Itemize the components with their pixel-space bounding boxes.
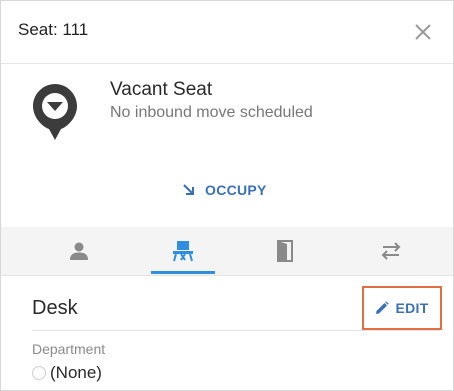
tab-desk[interactable] <box>151 227 215 275</box>
status-title: Vacant Seat <box>110 79 213 100</box>
seat-details-panel: Seat: 111 Vacant Seat No inbound move sc… <box>0 0 454 391</box>
edit-label: EDIT <box>395 300 429 316</box>
door-icon <box>277 240 293 262</box>
occupy-label: OCCUPY <box>205 182 267 198</box>
active-tab-indicator <box>151 271 215 274</box>
tab-person[interactable] <box>47 227 111 275</box>
close-button[interactable] <box>409 18 437 46</box>
radio-circle-icon <box>32 366 46 380</box>
seat-title: Seat: 111 <box>18 20 89 39</box>
edit-button[interactable]: EDIT <box>362 286 442 330</box>
swap-arrows-icon <box>381 242 401 260</box>
department-value: (None) <box>50 363 102 382</box>
person-icon <box>70 242 88 260</box>
department-label: Department <box>32 341 106 357</box>
desk-chair-icon <box>173 241 193 262</box>
pencil-icon <box>376 301 390 314</box>
section-title: Desk <box>32 297 78 319</box>
section-divider <box>32 330 440 331</box>
tab-moves[interactable] <box>359 227 423 275</box>
close-icon <box>415 24 431 40</box>
seat-status-block: Vacant Seat No inbound move scheduled OC… <box>1 64 453 226</box>
department-field[interactable]: (None) <box>32 363 102 383</box>
panel-header: Seat: 111 <box>1 1 453 64</box>
arrow-down-right-icon <box>183 184 194 195</box>
occupy-button[interactable]: OCCUPY <box>181 178 267 202</box>
location-pin-icon <box>33 84 77 140</box>
detail-tabs <box>1 227 453 276</box>
status-subtitle: No inbound move scheduled <box>110 104 313 121</box>
tab-room[interactable] <box>253 227 317 275</box>
